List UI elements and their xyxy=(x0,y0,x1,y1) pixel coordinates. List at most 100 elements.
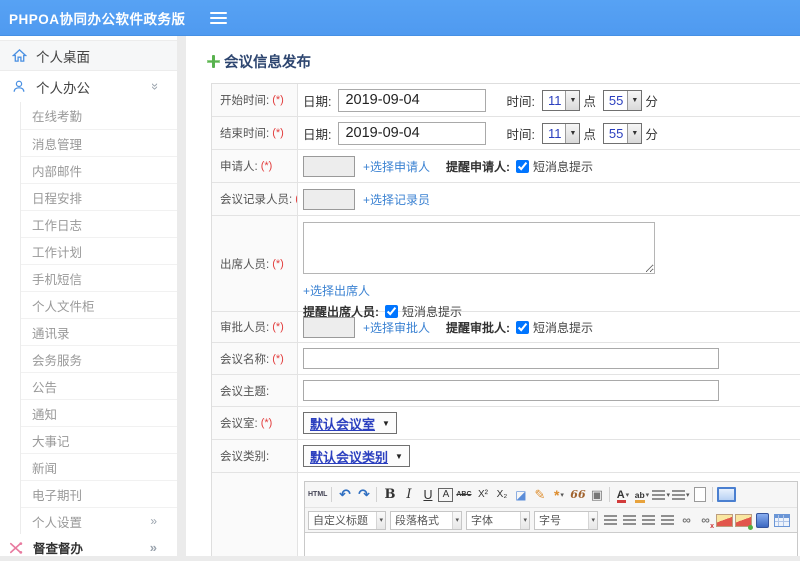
upload-image-icon[interactable] xyxy=(735,511,752,530)
highlight-color-icon[interactable]: ab▾ xyxy=(633,485,650,504)
meeting-name-input[interactable] xyxy=(303,348,719,369)
select-caret-icon: ▼ xyxy=(565,124,579,143)
required-mark: (*) xyxy=(261,160,273,172)
sidebar-item-11[interactable]: 通知 xyxy=(21,399,177,426)
font-family-select[interactable]: 字体▾ xyxy=(466,511,530,530)
applicant-input[interactable] xyxy=(303,156,355,177)
eraser-icon[interactable]: ◪ xyxy=(512,485,529,504)
sidebar-item-office[interactable]: 个人办公 » xyxy=(0,71,177,102)
date-label: 日期: xyxy=(303,124,331,143)
align-left-icon[interactable] xyxy=(602,511,619,530)
undo-icon[interactable]: ↶ xyxy=(336,485,353,504)
minute-unit-label: 分 xyxy=(645,91,658,110)
select-caret-icon: ▼ xyxy=(382,419,390,428)
font-color-icon[interactable]: A▾ xyxy=(614,485,631,504)
approver-sms-checkbox[interactable] xyxy=(516,321,529,334)
sidebar-item-12[interactable]: 大事记 xyxy=(21,426,177,453)
end-hour-select[interactable]: 11 ▼ xyxy=(542,123,580,144)
link-icon[interactable]: ∞ xyxy=(678,511,695,530)
select-caret-icon: ▼ xyxy=(627,91,641,110)
sidebar-item-2[interactable]: 内部邮件 xyxy=(21,156,177,183)
align-justify-icon[interactable] xyxy=(659,511,676,530)
subscript-icon[interactable]: X₂ xyxy=(493,485,510,504)
paragraph-format-select[interactable]: 段落格式▾ xyxy=(390,511,462,530)
choose-recorder-link[interactable]: +选择记录员 xyxy=(363,191,430,208)
align-right-icon[interactable] xyxy=(640,511,657,530)
sidebar: 个人桌面 个人办公 » 在线考勤消息管理内部邮件日程安排工作日志工作计划手机短信… xyxy=(0,36,177,556)
editor-toolbar-row2: 自定义标题▾段落格式▾字体▾字号▾∞∞ xyxy=(305,507,797,532)
blockquote-icon[interactable]: 66 xyxy=(569,485,586,504)
menu-toggle-icon[interactable] xyxy=(210,12,227,24)
sidebar-item-14[interactable]: 电子期刊 xyxy=(21,480,177,507)
italic-icon[interactable]: I xyxy=(400,485,417,504)
strikethrough-icon[interactable]: ABC xyxy=(455,485,472,504)
sidebar-item-label: 个人文件柜 xyxy=(32,296,95,315)
insert-table-icon[interactable] xyxy=(773,511,790,530)
select-label: 自定义标题 xyxy=(313,512,368,528)
border-text-icon[interactable]: A xyxy=(438,488,453,502)
meeting-room-select[interactable]: 默认会议室 ▼ xyxy=(303,412,397,434)
attendees-textarea[interactable] xyxy=(303,222,655,274)
approver-input[interactable] xyxy=(303,317,355,338)
end-minute-select[interactable]: 55 ▼ xyxy=(603,123,642,144)
sidebar-item-label: 公告 xyxy=(32,377,57,396)
sidebar-item-0[interactable]: 在线考勤 xyxy=(21,102,177,129)
hour-unit-label: 点 xyxy=(583,91,596,110)
dropdown-caret-icon: ▾ xyxy=(666,491,670,499)
sidebar-item-10[interactable]: 公告 xyxy=(21,372,177,399)
sidebar-item-7[interactable]: 个人文件柜 xyxy=(21,291,177,318)
fullscreen-icon[interactable] xyxy=(717,485,736,504)
unordered-list-icon[interactable]: ▾ xyxy=(672,485,690,504)
toolbar-separator xyxy=(609,487,610,502)
sidebar-item-1[interactable]: 消息管理 xyxy=(21,129,177,156)
redo-icon[interactable]: ↷ xyxy=(355,485,372,504)
applicant-sms-checkbox[interactable] xyxy=(516,160,529,173)
clean-format-icon[interactable]: ✎ xyxy=(531,485,548,504)
insert-image-icon[interactable] xyxy=(716,511,733,530)
remind-approver-label: 提醒审批人: xyxy=(446,319,510,336)
choose-approver-link[interactable]: +选择审批人 xyxy=(363,319,430,336)
sidebar-item-4[interactable]: 工作日志 xyxy=(21,210,177,237)
field-label: 会议室: xyxy=(220,415,258,431)
sidebar-item-settings[interactable]: 个人设置 » xyxy=(21,507,177,534)
html-source-icon[interactable]: HTML xyxy=(308,485,327,504)
format-painter-icon[interactable]: *▾ xyxy=(550,485,567,504)
supervision-icon xyxy=(8,540,24,556)
start-date-input[interactable] xyxy=(338,89,486,112)
superscript-icon[interactable]: X² xyxy=(474,485,491,504)
sidebar-item-8[interactable]: 通讯录 xyxy=(21,318,177,345)
sidebar-item-13[interactable]: 新闻 xyxy=(21,453,177,480)
unlink-icon[interactable]: ∞ xyxy=(697,511,714,530)
recorder-input[interactable] xyxy=(303,189,355,210)
start-minute-select[interactable]: 55 ▼ xyxy=(603,90,642,111)
paste-icon[interactable]: ▣ xyxy=(588,485,605,504)
sidebar-item-3[interactable]: 日程安排 xyxy=(21,183,177,210)
choose-attendees-link[interactable]: +选择出席人 xyxy=(303,284,370,298)
select-caret-icon: ▾ xyxy=(520,512,529,529)
align-center-icon[interactable] xyxy=(621,511,638,530)
sidebar-item-desktop[interactable]: 个人桌面 xyxy=(0,40,177,71)
ordered-list-icon[interactable]: ▾ xyxy=(652,485,670,504)
sidebar-item-5[interactable]: 工作计划 xyxy=(21,237,177,264)
toolbar-separator xyxy=(376,487,377,502)
font-size-select[interactable]: 字号▾ xyxy=(534,511,598,530)
sidebar-item-label: 电子期刊 xyxy=(32,485,82,504)
sidebar-item-9[interactable]: 会务服务 xyxy=(21,345,177,372)
underline-icon[interactable]: U xyxy=(419,485,436,504)
start-hour-select[interactable]: 11 ▼ xyxy=(542,90,580,111)
meeting-subject-input[interactable] xyxy=(303,380,719,401)
editor-content-area[interactable] xyxy=(305,532,797,556)
custom-title-select[interactable]: 自定义标题▾ xyxy=(308,511,386,530)
meeting-type-select[interactable]: 默认会议类别 ▼ xyxy=(303,445,410,467)
choose-applicant-link[interactable]: +选择申请人 xyxy=(363,158,430,175)
sidebar-item-label: 在线考勤 xyxy=(32,106,82,125)
sidebar-item-supervision[interactable]: 督查督办 » xyxy=(0,534,177,561)
end-date-input[interactable] xyxy=(338,122,486,145)
sms-label: 短消息提示 xyxy=(533,319,593,336)
sidebar-item-6[interactable]: 手机短信 xyxy=(21,264,177,291)
insert-media-icon[interactable] xyxy=(754,511,771,530)
bold-icon[interactable]: B xyxy=(381,485,398,504)
new-page-icon[interactable] xyxy=(691,485,708,504)
form-row-meeting-room: 会议室: (*) 默认会议室 ▼ xyxy=(212,407,800,440)
select-caret-icon: ▼ xyxy=(565,91,579,110)
